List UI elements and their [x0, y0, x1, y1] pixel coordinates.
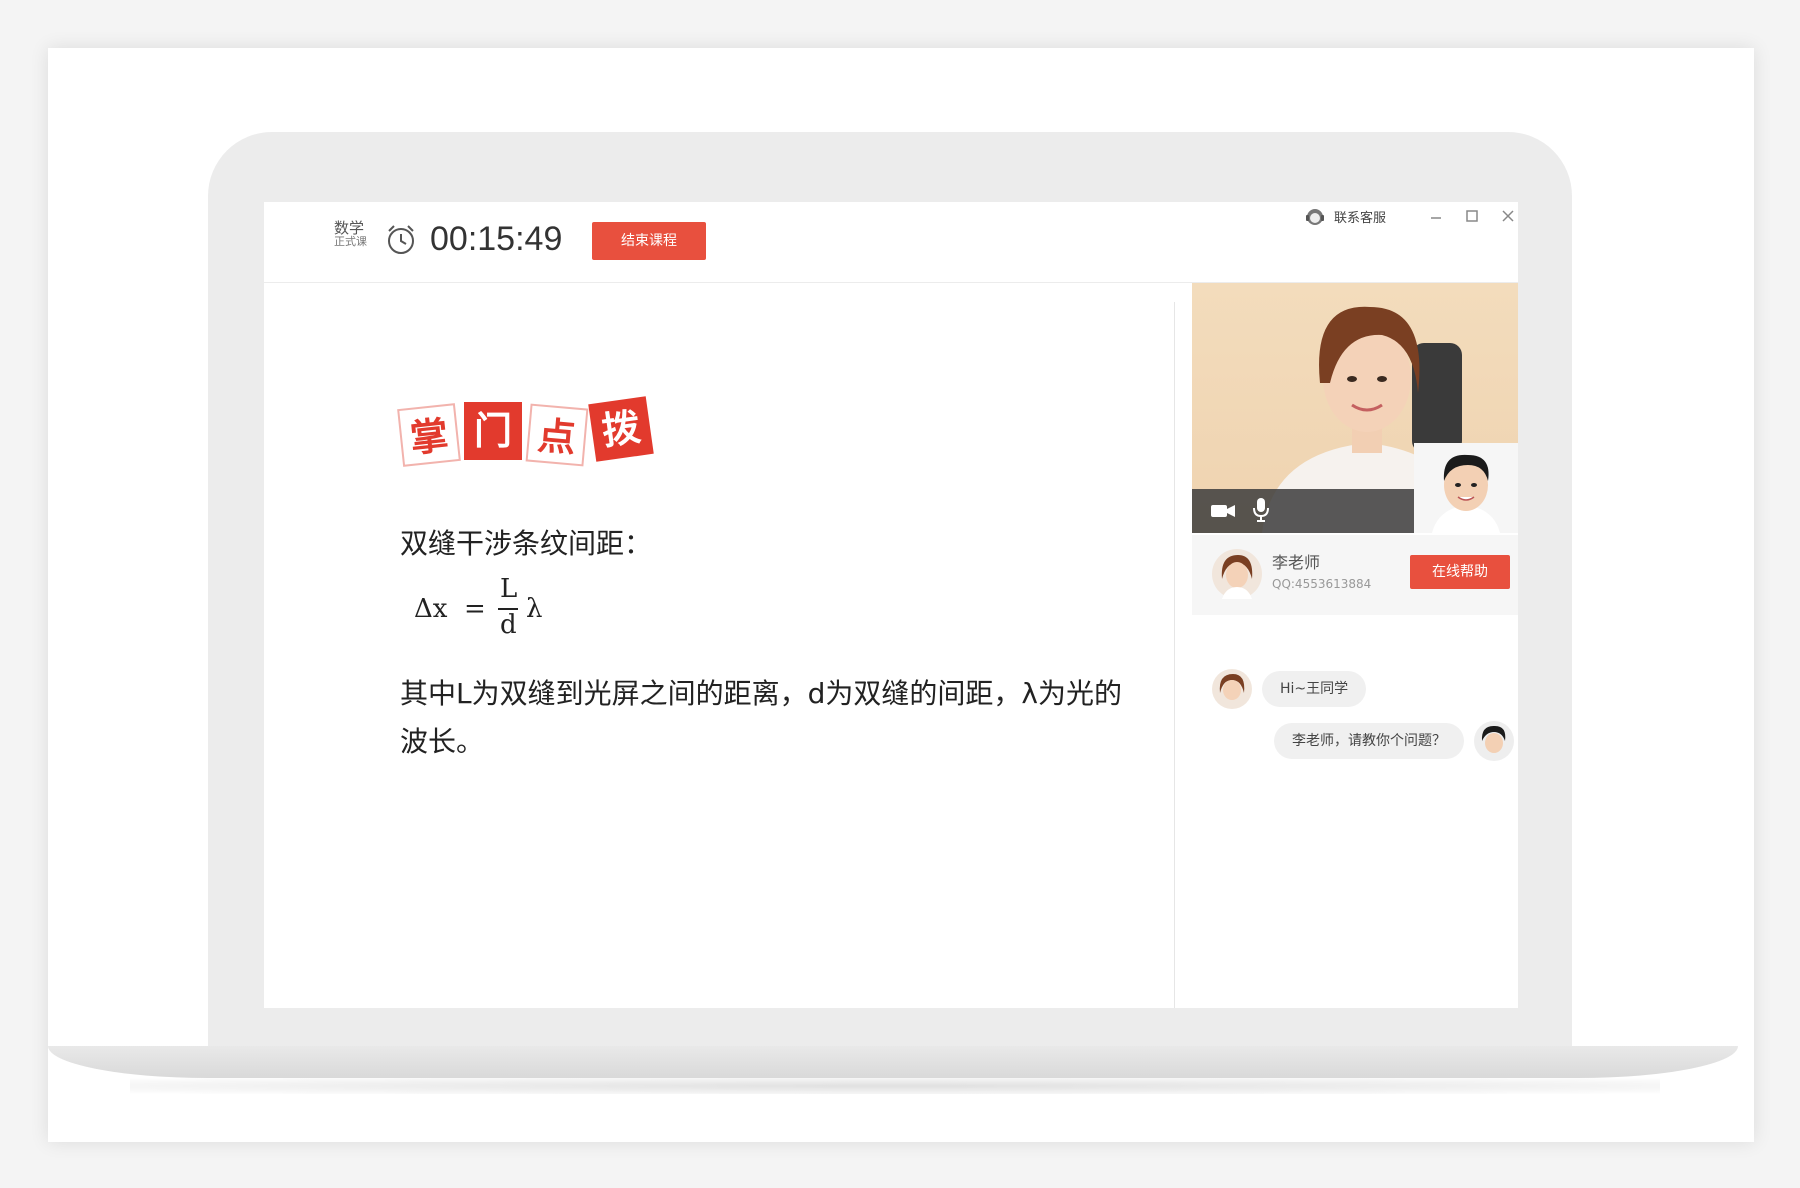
maximize-button[interactable]: [1460, 204, 1484, 228]
student-chat-avatar: [1474, 721, 1514, 761]
formula-numerator: L: [500, 574, 518, 604]
app-window: 数学 正式课 00:15:49 结束课程 联系客服 掌 门 点 拨 双缝干涉条纹…: [264, 202, 1518, 1008]
contact-service-label: 联系客服: [1334, 210, 1387, 226]
minimize-icon: [1431, 217, 1441, 219]
formula-title: 双缝干涉条纹间距：: [400, 527, 653, 560]
minimize-button[interactable]: [1424, 204, 1448, 228]
subject-name: 数学: [334, 219, 365, 237]
teacher-info-card: 李老师 QQ:4553613884 在线帮助: [1192, 535, 1518, 615]
alarm-clock-icon: [388, 225, 414, 254]
chat-bubble-student: 李老师，请教你个问题？: [1274, 723, 1464, 759]
laptop-shadow: [130, 1078, 1660, 1094]
stamp-char-2: 门: [464, 402, 522, 460]
online-help-button[interactable]: 在线帮助: [1410, 555, 1510, 589]
teacher-chat-avatar: [1212, 669, 1252, 709]
student-portrait: [1432, 454, 1500, 533]
camera-icon[interactable]: [1210, 501, 1236, 521]
formula-equals: =: [464, 594, 486, 624]
teacher-panel: 李老师 QQ:4553613884 在线帮助 Hi~王同学 李老师，请教你个问题…: [1192, 283, 1518, 1008]
teacher-qq: QQ:4553613884: [1272, 577, 1372, 591]
formula-lambda: λ: [526, 594, 543, 624]
close-icon: [1502, 210, 1514, 222]
laptop-base: [48, 1046, 1738, 1078]
contact-service-link[interactable]: 联系客服: [1304, 204, 1386, 228]
maximize-icon: [1466, 210, 1478, 222]
teacher-video: [1192, 283, 1518, 533]
student-video: [1414, 443, 1518, 533]
teacher-avatar: [1212, 549, 1262, 599]
panel-divider: [1174, 302, 1175, 1008]
stamp-char-1: 掌: [397, 403, 461, 467]
video-controls-bar: [1192, 489, 1414, 533]
lesson-content: [264, 283, 1174, 1008]
end-lesson-button[interactable]: 结束课程: [592, 222, 706, 260]
chat-bubble-teacher: Hi~王同学: [1262, 671, 1367, 707]
teacher-name: 李老师: [1272, 553, 1321, 572]
headset-icon: [1306, 209, 1324, 225]
lesson-timer: 00:15:49: [430, 220, 563, 258]
subject-label: 数学 正式课: [334, 220, 376, 248]
formula-lhs: Δx: [414, 594, 448, 624]
close-button[interactable]: [1496, 204, 1518, 228]
microphone-icon[interactable]: [1252, 497, 1270, 523]
stamp-char-4: 拨: [588, 396, 654, 462]
stamp-char-3: 点: [525, 403, 589, 467]
formula-explanation: 其中L为双缝到光屏之间的距离，d为双缝的间距，λ为光的波长。: [400, 677, 1122, 758]
formula-denominator: d: [500, 610, 517, 640]
top-bar: 数学 正式课 00:15:49 结束课程 联系客服: [264, 202, 1518, 283]
subject-type: 正式课: [334, 235, 367, 248]
